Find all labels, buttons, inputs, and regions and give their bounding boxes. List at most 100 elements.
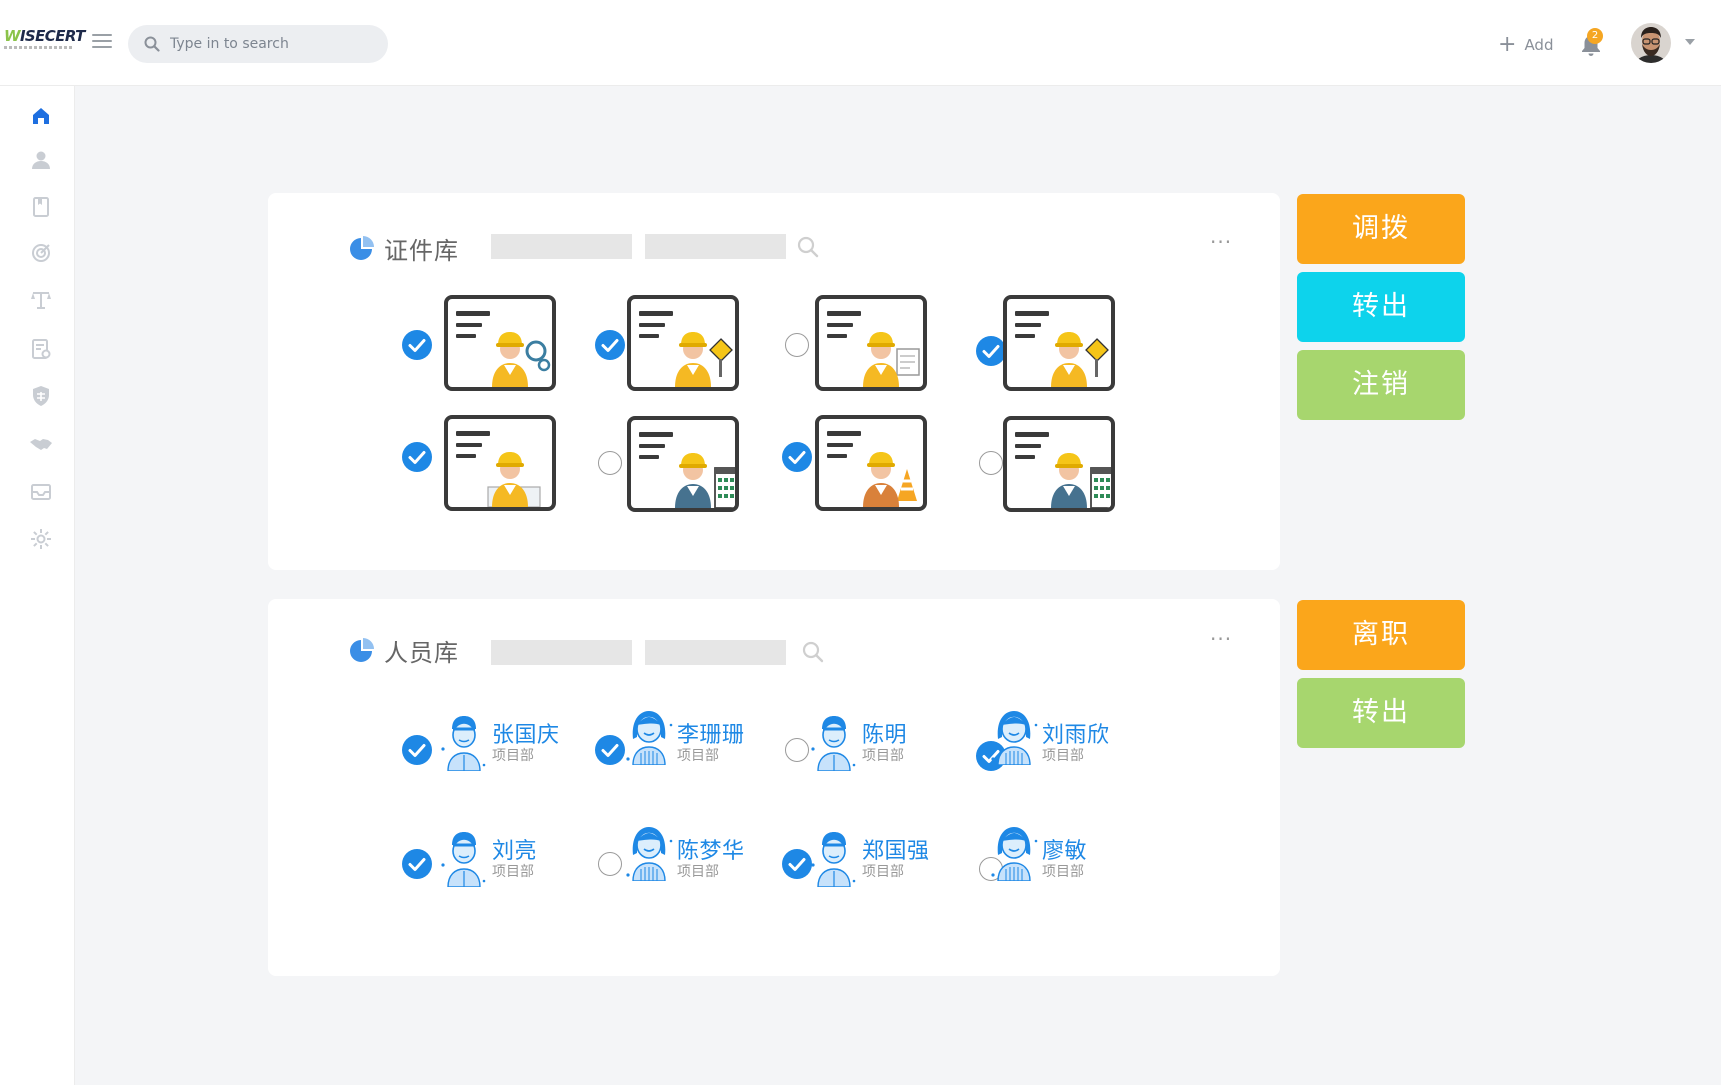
pie-chart-icon xyxy=(350,637,374,662)
certificate-checkbox[interactable] xyxy=(979,451,1003,475)
female-avatar-icon xyxy=(625,819,673,885)
handshake-icon[interactable] xyxy=(29,432,53,456)
worker-certificate-icon xyxy=(1015,311,1109,387)
staff-member[interactable]: 郑国强 项目部 xyxy=(810,827,980,888)
staff-department: 项目部 xyxy=(1042,864,1084,880)
female-avatar-icon xyxy=(625,703,673,769)
male-avatar-icon xyxy=(440,825,488,891)
pie-chart-icon xyxy=(350,235,374,260)
certificate-card[interactable] xyxy=(1003,416,1115,512)
search-box xyxy=(128,25,388,63)
app-logo[interactable]: WISECERT xyxy=(4,28,85,52)
avatar-image xyxy=(1631,23,1671,63)
plus-icon: + xyxy=(1498,32,1517,57)
shield-icon[interactable] xyxy=(29,384,53,408)
book-icon[interactable] xyxy=(29,195,53,219)
staff-department: 项目部 xyxy=(862,748,904,764)
staff-action-button-1[interactable]: 离职 xyxy=(1297,600,1465,670)
certificate-card[interactable] xyxy=(815,295,927,391)
staff-search-icon[interactable] xyxy=(802,641,824,663)
worker-certificate-icon xyxy=(827,431,917,507)
staff-member[interactable]: 陈明 项目部 xyxy=(810,711,980,772)
staff-member[interactable]: 刘亮 项目部 xyxy=(440,827,610,888)
certificate-checkbox[interactable] xyxy=(402,442,432,472)
add-button[interactable]: + Add xyxy=(1498,34,1553,56)
sidebar xyxy=(0,86,75,1085)
certificate-checkbox[interactable] xyxy=(595,330,625,360)
staff-more-options-icon[interactable]: ··· xyxy=(1210,629,1232,649)
certificate-library-title: 证件库 xyxy=(384,237,459,265)
male-avatar-icon xyxy=(810,709,858,775)
staff-action-button-2[interactable]: 转出 xyxy=(1297,678,1465,748)
certificate-card[interactable] xyxy=(627,416,739,512)
staff-filter-field-2[interactable] xyxy=(645,640,786,665)
worker-certificate-icon xyxy=(639,311,733,387)
gear-icon[interactable] xyxy=(29,527,53,551)
certificate-card[interactable] xyxy=(815,415,927,511)
female-avatar-icon xyxy=(990,819,1038,885)
worker-certificate-icon xyxy=(827,311,920,387)
certificate-card[interactable] xyxy=(1003,295,1115,391)
staff-checkbox[interactable] xyxy=(782,849,812,879)
staff-library-header: 人员库 xyxy=(348,633,459,668)
certificate-filter-field-2[interactable] xyxy=(645,234,786,259)
certificate-filter-field-1[interactable] xyxy=(491,234,632,259)
male-avatar-icon xyxy=(810,825,858,891)
certificate-search-icon[interactable] xyxy=(797,236,819,258)
certificate-checkbox[interactable] xyxy=(782,442,812,472)
top-bar: WISECERT + Add 2 xyxy=(0,0,1721,86)
staff-department: 项目部 xyxy=(677,748,719,764)
worker-certificate-icon xyxy=(1015,432,1111,508)
staff-checkbox[interactable] xyxy=(595,735,625,765)
staff-department: 项目部 xyxy=(492,748,534,764)
scale-icon[interactable] xyxy=(29,288,53,312)
certificate-card[interactable] xyxy=(444,415,556,511)
certificate-card[interactable] xyxy=(444,295,556,391)
certificate-checkbox[interactable] xyxy=(976,336,1006,366)
staff-checkbox[interactable] xyxy=(785,738,809,762)
certificate-checkbox[interactable] xyxy=(785,333,809,357)
home-icon[interactable] xyxy=(29,104,53,128)
staff-department: 项目部 xyxy=(492,864,534,880)
certificate-action-button-3[interactable]: 注销 xyxy=(1297,350,1465,420)
user-icon[interactable] xyxy=(29,148,53,172)
certificate-more-options-icon[interactable]: ··· xyxy=(1210,232,1232,252)
menu-toggle-icon[interactable] xyxy=(92,34,112,50)
female-avatar-icon xyxy=(990,703,1038,769)
certificate-checkbox[interactable] xyxy=(402,330,432,360)
staff-library-title: 人员库 xyxy=(384,639,459,667)
staff-department: 项目部 xyxy=(677,864,719,880)
certificate-card[interactable] xyxy=(627,295,739,391)
search-input[interactable] xyxy=(170,25,380,63)
worker-certificate-icon xyxy=(456,311,551,387)
document-list-icon[interactable] xyxy=(29,337,53,361)
certificate-library-header: 证件库 xyxy=(348,231,459,266)
staff-checkbox[interactable] xyxy=(402,735,432,765)
certificate-checkbox[interactable] xyxy=(598,451,622,475)
staff-member[interactable]: 张国庆 项目部 xyxy=(440,711,610,772)
staff-library-panel: 人员库 ··· 张国庆 项目部 李珊珊 项目部 陈明 项目部 刘雨欣 项目部刘亮 项目部 陈梦华项… xyxy=(268,599,1280,976)
notification-badge: 2 xyxy=(1587,28,1603,44)
staff-filter-field-1[interactable] xyxy=(491,640,632,665)
staff-member[interactable]: 李珊珊 项目部 xyxy=(625,711,795,771)
target-icon[interactable] xyxy=(29,241,53,265)
staff-member[interactable]: 廖敏 项目部 xyxy=(990,827,1160,887)
staff-member[interactable]: 刘雨欣 项目部 xyxy=(990,711,1160,771)
worker-certificate-icon xyxy=(456,431,541,507)
inbox-icon[interactable] xyxy=(29,480,53,504)
user-menu-chevron-down-icon[interactable] xyxy=(1685,39,1695,45)
staff-checkbox[interactable] xyxy=(402,849,432,879)
staff-member[interactable]: 陈梦华 项目部 xyxy=(625,827,795,887)
logo-text: ISECERT xyxy=(19,27,85,45)
certificate-library-panel: 证件库 ··· xyxy=(268,193,1280,570)
user-avatar[interactable] xyxy=(1631,23,1671,63)
male-avatar-icon xyxy=(440,709,488,775)
staff-department: 项目部 xyxy=(862,864,904,880)
staff-checkbox[interactable] xyxy=(598,852,622,876)
certificate-action-button-2[interactable]: 转出 xyxy=(1297,272,1465,342)
worker-certificate-icon xyxy=(639,432,735,508)
staff-department: 项目部 xyxy=(1042,748,1084,764)
add-button-label: Add xyxy=(1524,36,1554,54)
search-icon xyxy=(144,36,160,52)
certificate-action-button-1[interactable]: 调拨 xyxy=(1297,194,1465,264)
